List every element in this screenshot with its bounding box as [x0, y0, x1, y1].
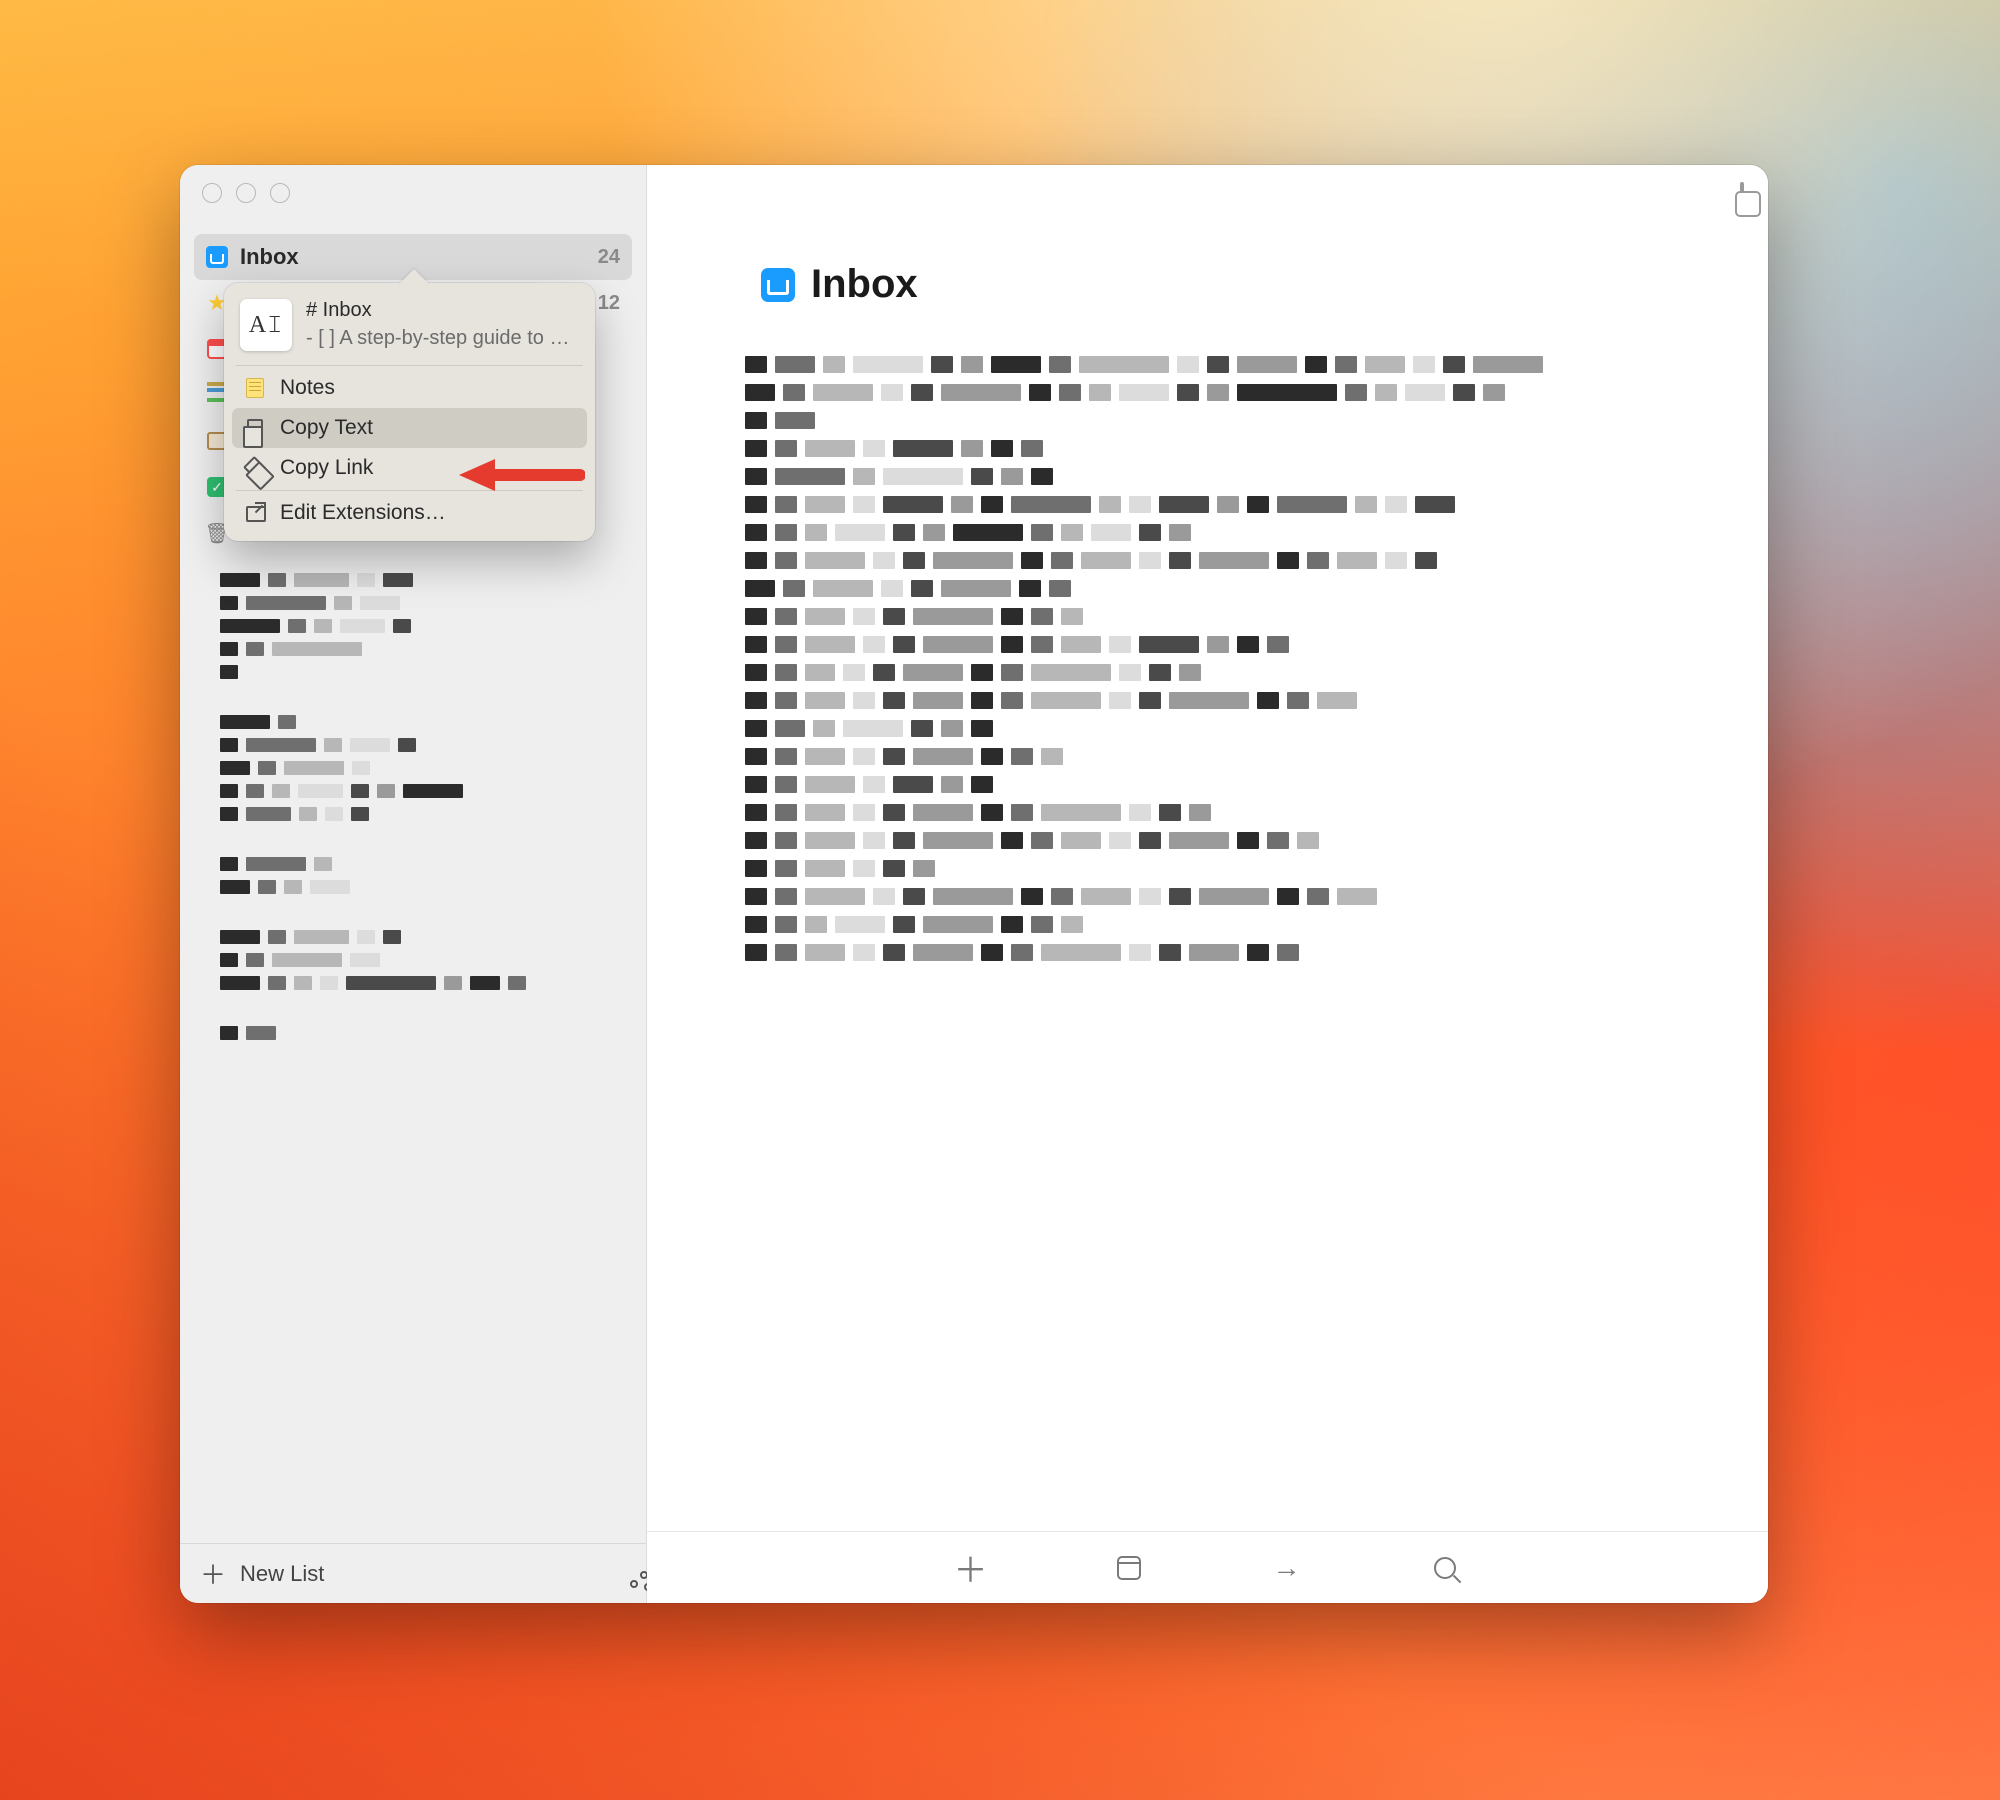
plus-icon: ＋: [954, 1543, 988, 1592]
page-title-text: Inbox: [811, 262, 918, 307]
traffic-close[interactable]: [202, 183, 222, 203]
popover-item-label: Edit Extensions…: [280, 501, 446, 525]
main-pane: Inbox ＋ →: [647, 165, 1768, 1603]
new-task-button[interactable]: ＋: [957, 1554, 985, 1582]
popover-item-notes[interactable]: Notes: [232, 368, 587, 408]
traffic-minimize[interactable]: [236, 183, 256, 203]
popover-item-copy-link[interactable]: Copy Link: [232, 448, 587, 488]
schedule-button[interactable]: [1115, 1554, 1143, 1582]
popover-item-copy-text[interactable]: Copy Text: [232, 408, 587, 448]
window-titlebar: [180, 165, 646, 220]
popover-preview-title: # Inbox: [306, 299, 576, 322]
popover-item-edit-extensions[interactable]: Edit Extensions…: [232, 493, 587, 533]
app-window: Inbox 24 ★ 12 ✓ 🗑: [180, 165, 1768, 1603]
notes-icon: [244, 378, 266, 398]
copy-icon: [244, 419, 266, 437]
page-title: Inbox: [647, 220, 1768, 307]
new-list-button[interactable]: New List: [240, 1561, 324, 1587]
popover-item-label: Copy Link: [280, 456, 373, 480]
sidebar-item-count: 24: [598, 246, 620, 269]
link-icon: [244, 459, 266, 477]
traffic-zoom[interactable]: [270, 183, 290, 203]
calendar-icon: [1117, 1556, 1141, 1580]
sidebar-item-label: Inbox: [240, 244, 299, 270]
task-list-blurred: [647, 307, 1768, 1531]
sidebar-footer: ＋ New List: [180, 1543, 646, 1603]
divider: [236, 365, 583, 366]
extensions-icon: [244, 504, 266, 522]
popover-item-label: Notes: [280, 376, 335, 400]
duplicate-window-button[interactable]: [1740, 184, 1744, 202]
share-popover: A𝙸 # Inbox - [ ] A step-by-step guide to…: [224, 283, 595, 541]
bottom-toolbar: ＋ →: [647, 1531, 1768, 1603]
sidebar: Inbox 24 ★ 12 ✓ 🗑: [180, 165, 647, 1603]
text-preview-icon: A𝙸: [240, 299, 292, 351]
popover-preview-subtitle: - [ ] A step-by-step guide to b…: [306, 327, 576, 350]
arrow-right-icon: →: [1273, 1552, 1301, 1584]
inbox-icon: [761, 268, 795, 302]
main-header: [647, 165, 1768, 220]
sidebar-item-count: 12: [598, 292, 620, 315]
sidebar-projects-blurred: [194, 556, 632, 1040]
duplicate-icon: [1740, 182, 1744, 203]
search-icon: [1434, 1557, 1456, 1579]
popover-item-label: Copy Text: [280, 416, 373, 440]
plus-icon: ＋: [200, 1555, 226, 1592]
move-button[interactable]: →: [1273, 1554, 1301, 1582]
inbox-icon: [206, 246, 228, 268]
search-button[interactable]: [1431, 1554, 1459, 1582]
popover-preview: A𝙸 # Inbox - [ ] A step-by-step guide to…: [232, 293, 587, 363]
divider: [236, 490, 583, 491]
